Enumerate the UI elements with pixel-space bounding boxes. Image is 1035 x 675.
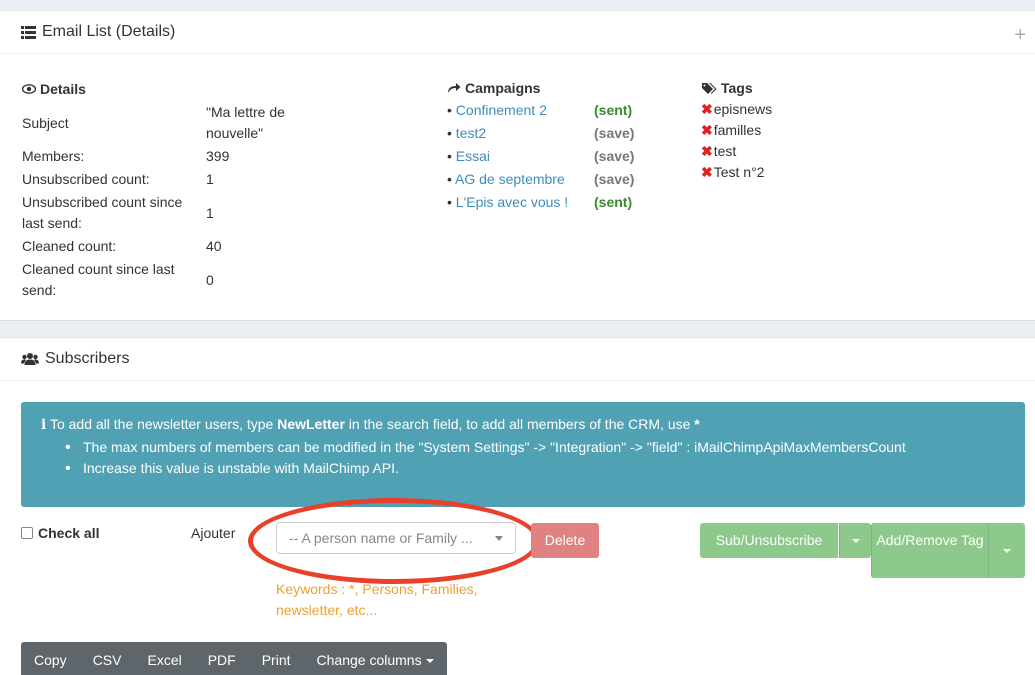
subscribers-title: Subscribers	[21, 350, 129, 368]
campaign-item: • Essai (save)	[447, 146, 667, 167]
caret-down-icon	[851, 538, 860, 543]
campaign-status: (save)	[594, 148, 635, 164]
sub-unsubscribe-dropdown-button[interactable]	[839, 523, 871, 558]
remove-tag-icon[interactable]: ✖	[701, 122, 713, 138]
campaign-link[interactable]: Confinement 2	[456, 102, 547, 118]
subscribers-box: Subscribers i To add all the newsletter …	[0, 337, 1035, 675]
delete-button[interactable]: Delete	[531, 523, 599, 558]
campaigns-heading: Campaigns	[447, 80, 540, 96]
campaign-item: • Confinement 2 (sent)	[447, 100, 667, 121]
copy-button[interactable]: Copy	[21, 642, 80, 675]
cleaned-count-label: Cleaned count:	[22, 238, 117, 254]
csv-button[interactable]: CSV	[80, 642, 135, 675]
unsubscribed-since-value: 1	[206, 205, 214, 221]
info-bullet: Increase this value is unstable with Mai…	[65, 458, 906, 479]
tag-name: test	[713, 143, 737, 159]
print-button[interactable]: Print	[249, 642, 304, 675]
email-list-header: Email List (Details) +	[0, 11, 1035, 54]
eye-icon	[22, 84, 36, 94]
info-text-bold: NewLetter	[277, 416, 345, 432]
subscribers-title-text: Subscribers	[45, 350, 130, 367]
remove-tag-icon[interactable]: ✖	[701, 143, 713, 159]
check-all-label: Check all	[38, 525, 100, 541]
members-label: Members:	[22, 148, 85, 164]
sub-unsubscribe-button[interactable]: Sub/Unsubscribe	[700, 523, 838, 558]
email-list-box: Email List (Details) + Details Subject "…	[0, 10, 1035, 321]
tags-icon	[702, 83, 717, 94]
campaign-link[interactable]: Essai	[456, 148, 490, 164]
campaign-item: • L'Epis avec vous ! (sent)	[447, 192, 667, 213]
cleaned-count-value: 40	[206, 238, 222, 254]
person-search-select[interactable]: -- A person name or Family ...	[276, 522, 516, 554]
info-callout: i To add all the newsletter users, type …	[21, 402, 1025, 507]
remove-tag-icon[interactable]: ✖	[701, 164, 713, 180]
tag-name: episnews	[713, 101, 773, 117]
excel-button[interactable]: Excel	[134, 642, 194, 675]
add-remove-tag-button[interactable]: Add/Remove Tag	[871, 523, 988, 578]
unsubscribed-since-label: Unsubscribed count since last send:	[22, 194, 183, 231]
unsubscribed-count-value: 1	[206, 171, 214, 187]
info-icon: i	[41, 417, 47, 433]
members-value: 399	[206, 148, 230, 164]
unsubscribed-count-label: Unsubscribed count:	[22, 171, 150, 187]
campaign-status: (sent)	[594, 194, 633, 210]
campaigns-heading-text: Campaigns	[465, 80, 541, 96]
subscribers-header: Subscribers	[0, 338, 1035, 381]
campaign-item: • test2 (save)	[447, 123, 667, 144]
campaign-status: (save)	[594, 171, 635, 187]
info-text-star: *	[694, 416, 700, 432]
campaign-link[interactable]: AG de septembre	[455, 171, 565, 187]
details-heading: Details	[22, 81, 86, 97]
campaign-status: (save)	[594, 125, 635, 141]
info-bullets: The max numbers of members can be modifi…	[65, 437, 906, 479]
check-all-checkbox[interactable]	[21, 527, 33, 539]
remove-tag-icon[interactable]: ✖	[701, 101, 713, 117]
subject-value: "Ma lettre de nouvelle"	[206, 104, 285, 141]
change-columns-label: Change columns	[316, 652, 422, 668]
tags-heading: Tags	[701, 80, 753, 96]
pdf-button[interactable]: PDF	[195, 642, 249, 675]
campaign-link[interactable]: test2	[456, 125, 486, 141]
email-list-title-text: Email List (Details)	[42, 23, 176, 40]
tag-name: Test n°2	[713, 164, 765, 180]
export-toolbar: Copy CSV Excel PDF Print Change columns	[21, 642, 447, 675]
cleaned-since-value: 0	[206, 272, 214, 288]
caret-down-icon	[1003, 548, 1011, 553]
email-list-title: Email List (Details)	[21, 23, 175, 41]
campaign-link[interactable]: L'Epis avec vous !	[456, 194, 568, 210]
add-remove-tag-dropdown-button[interactable]	[988, 523, 1025, 578]
share-arrow-icon	[448, 83, 461, 93]
info-text: i To add all the newsletter users, type …	[41, 416, 700, 433]
campaign-status: (sent)	[594, 102, 633, 118]
campaign-item: • AG de septembre (save)	[447, 169, 667, 190]
info-text-pre: To add all the newsletter users, type	[49, 416, 278, 432]
tag-item: ✖episnews	[701, 99, 772, 120]
tags-heading-text: Tags	[721, 80, 753, 96]
subject-label: Subject	[22, 115, 69, 131]
list-icon	[21, 25, 36, 39]
caret-down-icon	[425, 659, 434, 664]
change-columns-button[interactable]: Change columns	[304, 642, 447, 675]
select-caret-icon	[495, 536, 503, 541]
info-bullet: The max numbers of members can be modifi…	[65, 437, 906, 458]
person-search-placeholder: -- A person name or Family ...	[289, 530, 473, 546]
tag-item: ✖Test n°2	[701, 162, 764, 183]
info-text-post: in the search field, to add all members …	[344, 416, 695, 432]
users-icon	[21, 353, 39, 365]
tag-item: ✖test	[701, 141, 736, 162]
keywords-hint: Keywords : *, Persons, Families, newslet…	[276, 581, 478, 618]
ajouter-label: Ajouter	[191, 525, 236, 541]
tag-name: familles	[713, 122, 762, 138]
expand-plus-button[interactable]: +	[1014, 25, 1026, 45]
tag-item: ✖familles	[701, 120, 761, 141]
details-heading-text: Details	[40, 81, 86, 97]
cleaned-since-label: Cleaned count since last send:	[22, 261, 175, 298]
check-all[interactable]: Check all	[21, 525, 99, 541]
